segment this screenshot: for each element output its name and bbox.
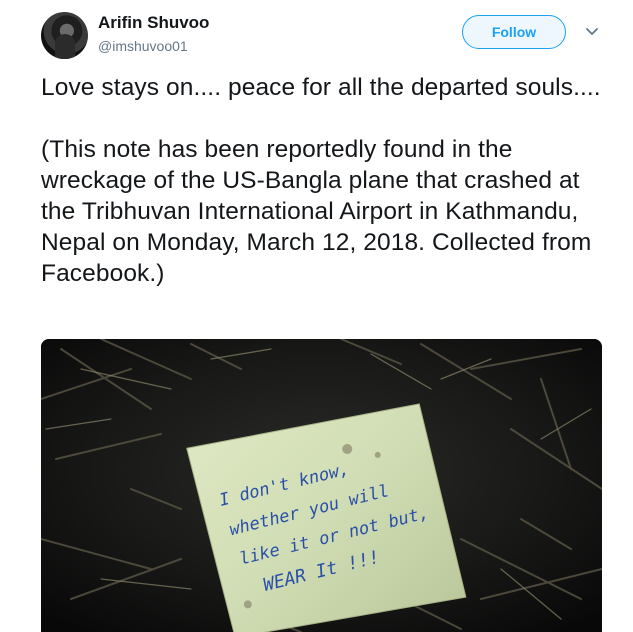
note-image: I don't know, whether you will like it o… [41,339,602,632]
tweet-text: Love stays on.... peace for all the depa… [41,72,611,289]
tweet-photo[interactable]: I don't know, whether you will like it o… [41,339,602,632]
tweet-paragraph: (This note has been reportedly found in … [41,136,592,287]
avatar[interactable] [41,12,88,59]
display-name[interactable]: Arifin Shuvoo [98,13,209,33]
user-handle[interactable]: @imshuvoo01 [98,38,188,54]
follow-button[interactable]: Follow [462,15,566,49]
tweet-paragraph: Love stays on.... peace for all the depa… [41,74,601,101]
chevron-down-icon[interactable] [584,26,600,38]
